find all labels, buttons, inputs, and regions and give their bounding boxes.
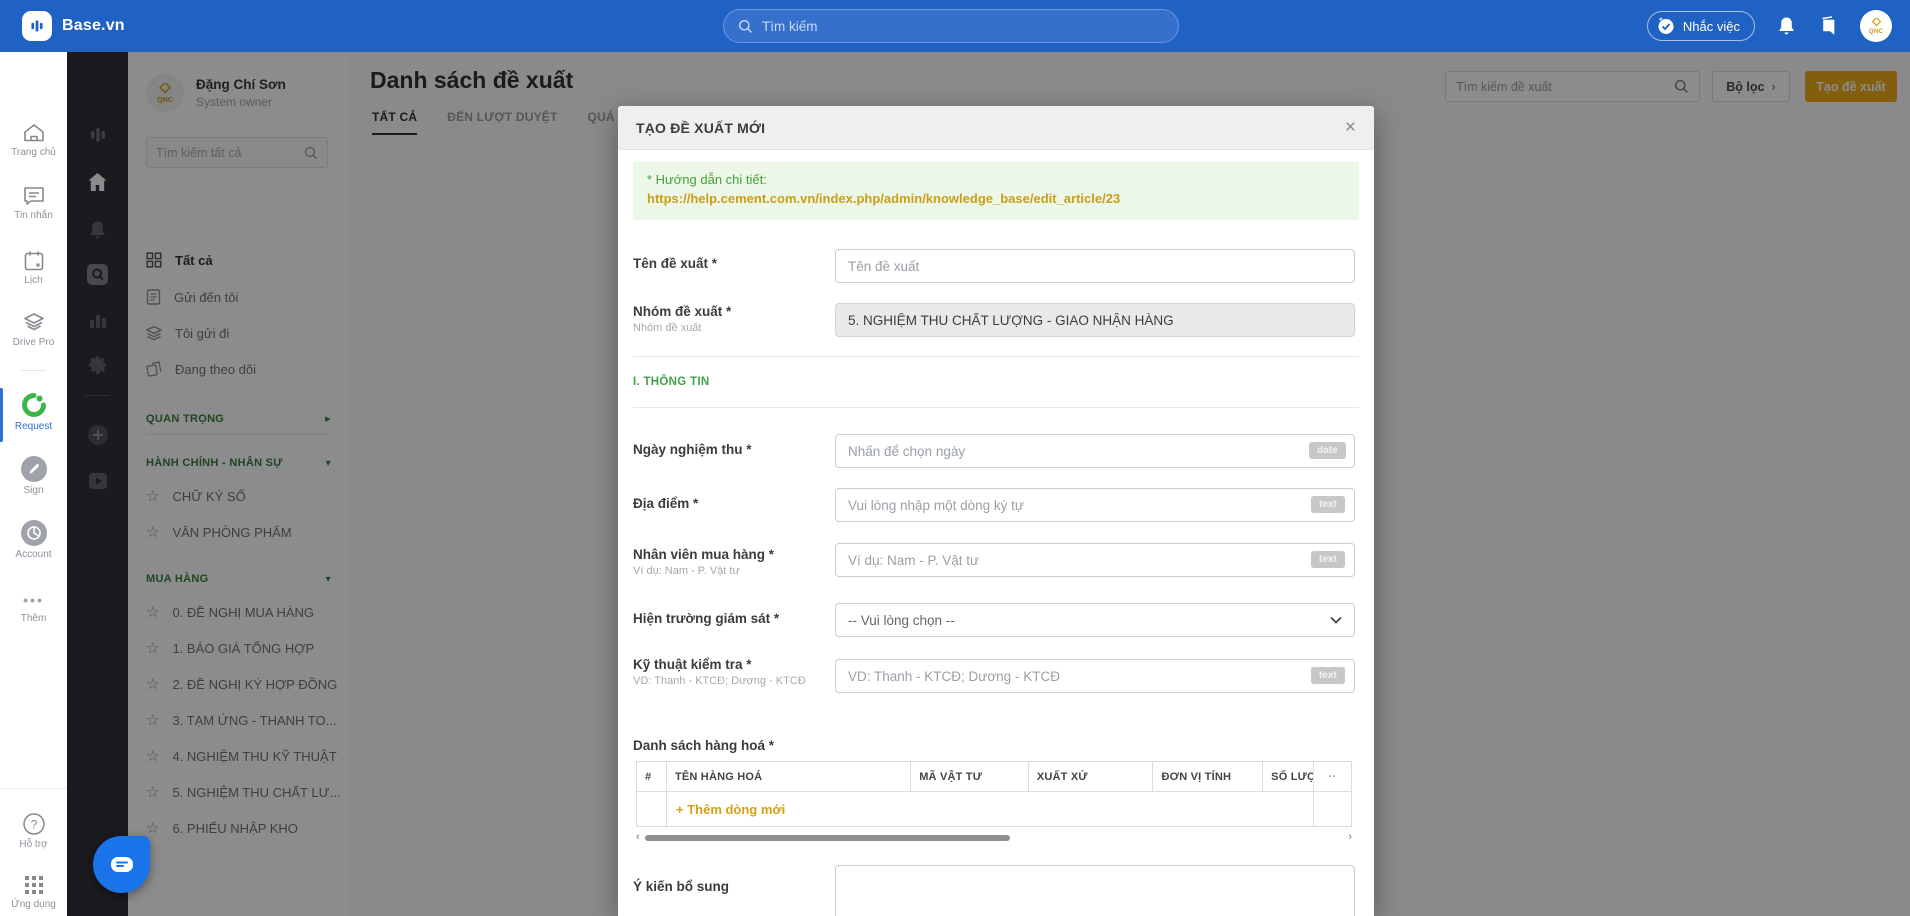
field-type-badge: text bbox=[1311, 496, 1345, 513]
field-label-hien-truong-giam-sat: Hiện trường giám sát * bbox=[633, 611, 780, 626]
brand-name: Base.vn bbox=[62, 17, 125, 34]
svg-text:?: ? bbox=[30, 818, 37, 832]
scroll-right-icon[interactable]: › bbox=[1348, 831, 1352, 843]
scrollbar-thumb[interactable] bbox=[645, 835, 1010, 841]
chat-bubble-icon bbox=[110, 856, 133, 872]
field-label-danh-sach-hang-hoa: Danh sách hàng hoá * bbox=[633, 738, 775, 753]
col-more[interactable]: ·· bbox=[1314, 762, 1351, 791]
rail-item-lich[interactable]: Lịch bbox=[0, 250, 67, 286]
app-rail: Trang chủ Tin nhắn Lịch Drive Pro Reques… bbox=[0, 52, 67, 916]
drive-stack-icon bbox=[23, 313, 44, 331]
nhom-de-xuat-input bbox=[835, 303, 1355, 337]
ky-thuat-kiem-tra-input[interactable] bbox=[835, 659, 1355, 693]
rail-item-them[interactable]: ••• Thêm bbox=[0, 592, 67, 624]
rail-item-ung-dung[interactable]: Ứng dụng bbox=[0, 874, 67, 910]
modal-title: TẠO ĐỀ XUẤT MỚI bbox=[636, 119, 766, 136]
home-icon bbox=[23, 124, 44, 142]
ten-de-xuat-input[interactable] bbox=[835, 249, 1355, 283]
hien-truong-giam-sat-select[interactable]: -- Vui lòng chọn -- bbox=[835, 603, 1355, 637]
col-ten-hang-hoa: TÊN HÀNG HOÁ bbox=[667, 762, 912, 791]
field-sublabel: Ví dụ: Nam - P. Vật tư bbox=[633, 565, 740, 577]
apps-grid-icon bbox=[24, 876, 43, 894]
top-navbar: Base.vn Tìm kiếm Nhắc việc QNC bbox=[0, 0, 1910, 52]
more-dots-icon: ••• bbox=[23, 592, 44, 608]
search-icon bbox=[739, 19, 752, 33]
add-row-button[interactable]: + Thêm dòng mới bbox=[676, 802, 785, 817]
dia-diem-input[interactable] bbox=[835, 488, 1355, 522]
col-so-luong: SỐ LƯỢNG bbox=[1263, 762, 1315, 791]
rail-item-request[interactable]: Request bbox=[0, 392, 67, 432]
navbar-actions: Nhắc việc QNC bbox=[1646, 0, 1892, 52]
chat-icon bbox=[23, 187, 44, 205]
help-icon: ? bbox=[22, 813, 45, 835]
section-divider bbox=[633, 356, 1359, 357]
field-label-y-kien-bo-sung: Ý kiến bổ sung bbox=[633, 879, 730, 894]
reminder-button[interactable]: Nhắc việc bbox=[1646, 11, 1755, 41]
alarm-check-icon bbox=[1658, 17, 1674, 34]
calendar-icon bbox=[24, 251, 43, 271]
rail-item-sign[interactable]: Sign bbox=[0, 456, 67, 496]
base-logo-icon bbox=[22, 11, 52, 41]
goods-table: # TÊN HÀNG HOÁ MÃ VẬT TƯ XUẤT XỨ ĐƠN VỊ … bbox=[636, 761, 1352, 827]
create-proposal-modal: TẠO ĐỀ XUẤT MỚI × * Hướng dẫn chi tiết: … bbox=[618, 106, 1374, 916]
col-don-vi-tinh: ĐƠN VỊ TÍNH bbox=[1153, 762, 1264, 791]
chat-fab-button[interactable] bbox=[93, 836, 150, 893]
close-icon[interactable]: × bbox=[1345, 118, 1356, 137]
scroll-left-icon[interactable]: ‹ bbox=[636, 831, 640, 843]
field-label-dia-diem: Địa điểm * bbox=[633, 496, 699, 511]
field-sublabel: VD: Thanh - KTCĐ; Dương - KTCĐ bbox=[633, 675, 806, 687]
field-type-badge: date bbox=[1309, 442, 1346, 459]
account-icon bbox=[20, 520, 47, 546]
nhan-vien-mua-hang-input[interactable] bbox=[835, 543, 1355, 577]
chevron-down-icon bbox=[1330, 616, 1342, 624]
rail-item-drive-pro[interactable]: Drive Pro bbox=[0, 312, 67, 348]
field-label-nhom-de-xuat: Nhóm đề xuất * Nhóm đề xuất bbox=[633, 304, 829, 335]
guide-label: * Hướng dẫn chi tiết: bbox=[647, 172, 767, 187]
brand[interactable]: Base.vn bbox=[22, 11, 125, 41]
user-avatar[interactable]: QNC bbox=[1860, 10, 1892, 42]
field-type-badge: text bbox=[1311, 667, 1345, 684]
field-label-ky-thuat-kiem-tra: Kỹ thuật kiểm tra * VD: Thanh - KTCĐ; Dư… bbox=[633, 657, 829, 688]
rail-footer-divider bbox=[0, 788, 67, 789]
rail-divider bbox=[21, 370, 46, 371]
rail-item-tin-nhan[interactable]: Tin nhắn bbox=[0, 185, 67, 221]
rail-item-trang-chu[interactable]: Trang chủ bbox=[0, 122, 67, 158]
ngay-nghiem-thu-input[interactable] bbox=[835, 434, 1355, 468]
table-hscrollbar[interactable]: ‹ › bbox=[636, 831, 1352, 843]
goods-table-header: # TÊN HÀNG HOÁ MÃ VẬT TƯ XUẤT XỨ ĐƠN VỊ … bbox=[637, 762, 1351, 792]
field-label-ten-de-xuat: Tên đề xuất * bbox=[633, 256, 718, 271]
field-sublabel: Nhóm đề xuất bbox=[633, 322, 702, 334]
app-root: QNC Đặng Chí Sơn System owner Tìm kiếm t… bbox=[0, 0, 1910, 916]
modal-header: TẠO ĐỀ XUẤT MỚI × bbox=[618, 106, 1374, 150]
notes-icon[interactable] bbox=[1818, 16, 1838, 36]
section-title-thong-tin: I. THÔNG TIN bbox=[633, 376, 710, 388]
field-label-nhan-vien-mua-hang: Nhân viên mua hàng * Ví dụ: Nam - P. Vật… bbox=[633, 547, 829, 578]
goods-table-row: + Thêm dòng mới bbox=[637, 792, 1351, 826]
sign-pencil-icon bbox=[20, 456, 47, 482]
col-ma-vat-tu: MÃ VẬT TƯ bbox=[911, 762, 1029, 791]
global-search-input[interactable]: Tìm kiếm bbox=[723, 9, 1179, 43]
field-label-ngay-nghiem-thu: Ngày nghiệm thu * bbox=[633, 442, 752, 457]
rail-item-ho-tro[interactable]: ? Hỗ trợ bbox=[0, 812, 67, 850]
field-type-badge: text bbox=[1311, 551, 1345, 568]
section-divider bbox=[633, 407, 1359, 408]
rail-item-account[interactable]: Account bbox=[0, 520, 67, 560]
bell-icon[interactable] bbox=[1777, 16, 1796, 36]
y-kien-bo-sung-textarea[interactable] bbox=[835, 865, 1355, 916]
col-xuat-xu: XUẤT XỨ bbox=[1029, 762, 1154, 791]
request-logo-icon bbox=[21, 393, 46, 417]
guide-link[interactable]: https://help.cement.com.vn/index.php/adm… bbox=[647, 191, 1345, 206]
guide-banner: * Hướng dẫn chi tiết: https://help.cemen… bbox=[633, 162, 1359, 220]
col-index: # bbox=[637, 762, 667, 791]
